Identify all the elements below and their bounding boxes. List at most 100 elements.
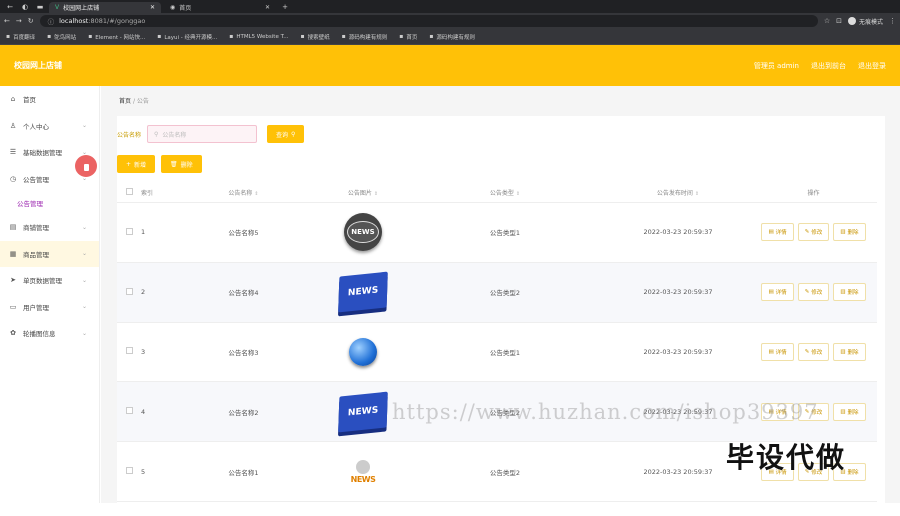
detail-icon: ▤ — [768, 289, 774, 296]
sort-icon[interactable]: ⇕ — [254, 191, 258, 197]
address-input[interactable]: ⓘ localhost:8081/#/gonggao — [39, 15, 818, 27]
close-icon[interactable]: ✕ — [265, 4, 270, 11]
row-checkbox[interactable] — [125, 407, 133, 415]
search-label: 公告名称 — [117, 131, 142, 139]
row-checkbox[interactable] — [125, 287, 133, 295]
reload-icon[interactable]: ↻ — [28, 17, 34, 25]
sort-icon[interactable]: ⇕ — [516, 191, 520, 197]
bookmark-icon: ▪ — [341, 33, 346, 40]
cell-time: 2022-03-23 20:59:37 — [643, 228, 713, 237]
sidebar-item[interactable]: ▭ 用户管理 ⌄ — [0, 294, 99, 321]
chevron-down-icon: ⌄ — [81, 122, 87, 130]
cell-index: 2 — [141, 288, 146, 297]
extension-icon[interactable]: ⊡ — [836, 17, 842, 25]
cursor-indicator — [75, 155, 97, 177]
logout-link[interactable]: 退出登录 — [858, 61, 886, 71]
forward-icon[interactable]: → — [16, 17, 22, 25]
edit-button[interactable]: ✎ 修改 — [797, 223, 830, 242]
sidebar-item[interactable]: ♙ 个人中心 ⌄ — [0, 113, 99, 140]
sidebar-item[interactable]: ➤ 单页数据管理 ⌄ — [0, 267, 99, 294]
sidebar-item-label: 公告管理 — [17, 200, 43, 208]
news-image: NEWS — [344, 213, 382, 252]
detail-icon: ▤ — [768, 348, 774, 355]
search-button[interactable]: 查询 ⚲ — [267, 125, 305, 143]
row-checkbox[interactable] — [125, 347, 133, 355]
trash-icon: ▥ — [840, 408, 846, 415]
goto-front-link[interactable]: 退出到前台 — [811, 61, 846, 71]
edit-button[interactable]: ✎ 修改 — [797, 283, 830, 302]
trash-icon: ▥ — [840, 229, 846, 236]
sidebar-item[interactable]: ▦ 商品管理 ⌄ — [0, 240, 99, 267]
column-header-time[interactable]: 公告发布时间 ⇕ — [606, 188, 750, 197]
cell-index: 5 — [141, 467, 146, 476]
edit-button[interactable]: ✎ 修改 — [797, 342, 830, 361]
bookmark-item[interactable]: ▪ Layui - 经典开源模... — [157, 33, 217, 41]
chevron-down-icon: ⌄ — [81, 250, 87, 258]
select-all-checkbox[interactable] — [125, 188, 133, 195]
back-icon[interactable]: ← — [4, 3, 16, 11]
bookmark-item[interactable]: ▪ 鸵鸟网站 — [47, 33, 76, 41]
row-checkbox[interactable] — [125, 227, 133, 235]
star-icon[interactable]: ☆ — [824, 17, 830, 25]
bookmark-item[interactable]: ▪ 百度翻译 — [6, 33, 35, 41]
profile-button[interactable]: 无痕模式 — [847, 17, 883, 26]
browser-tab-1[interactable]: ◉ 首页 ✕ — [164, 2, 276, 13]
new-tab-icon[interactable]: + — [279, 3, 291, 11]
detail-button[interactable]: ▤ 详情 — [761, 342, 794, 361]
delete-button[interactable]: ▥ 删除 — [833, 342, 866, 361]
browser-tab-0[interactable]: V 校园网上店铺 ✕ — [49, 2, 161, 13]
bookmark-item[interactable]: ▪ 搜索壁纸 — [301, 33, 330, 41]
bookmark-item[interactable]: ▪ Element - 网站快... — [88, 33, 145, 41]
cell-name: 公告名称5 — [228, 229, 259, 238]
detail-button[interactable]: ▤ 详情 — [761, 283, 794, 302]
delete-button[interactable]: ▥ 删除 — [833, 283, 866, 302]
sidebar-item-label: 基础数据管理 — [23, 149, 62, 158]
admin-label: 管理员 admin — [753, 61, 799, 70]
table-row: 2 公告名称4 NEWS 公告类型2 2022-03-23 20:59:37 ▤ 详情 ✎ 修改… — [117, 262, 877, 323]
table-row: 3 公告名称3 公告类型1 2022-03-23 20:59:37 ▤ 详情 ✎ 修改 ▥ 删除 — [117, 323, 877, 383]
column-header-name[interactable]: 公告名称 ⇕ — [165, 188, 322, 197]
back-icon[interactable]: ← — [4, 17, 10, 25]
incognito-icon — [847, 17, 856, 25]
sidebar-item-label: 商铺管理 — [23, 224, 49, 233]
close-icon[interactable]: ✕ — [150, 4, 155, 11]
cell-name: 公告名称4 — [228, 289, 259, 298]
sidebar-item-label: 单页数据管理 — [23, 277, 62, 286]
batch-delete-button[interactable]: 🗑 删除 — [161, 155, 202, 173]
row-checkbox[interactable] — [125, 467, 133, 475]
column-header-image[interactable]: 公告图片 ⇕ — [322, 188, 404, 197]
sidebar-item[interactable]: ▤ 商铺管理 ⌄ — [0, 214, 99, 241]
delete-button[interactable]: ▥ 删除 — [833, 402, 866, 421]
delete-button[interactable]: ▥ 删除 — [833, 223, 866, 242]
sidebar-item[interactable]: ✿ 轮播图信息 ⌄ — [0, 320, 99, 347]
address-bar-row: ← → ↻ ⓘ localhost:8081/#/gonggao ☆ ⊡ 无痕模… — [0, 13, 900, 29]
clock-icon: ◷ — [9, 174, 17, 183]
detail-button[interactable]: ▤ 详情 — [761, 223, 794, 242]
news-image: NEWS — [338, 391, 388, 433]
cell-type: 公告类型2 — [489, 468, 521, 477]
bookmark-item[interactable]: ▪ 源码构建有规则 — [342, 33, 388, 41]
sidebar-item[interactable]: ⌂ 首页 — [0, 86, 99, 113]
sort-icon[interactable]: ⇕ — [695, 191, 699, 197]
window-icon: ▬ — [36, 2, 44, 11]
browser-icon: ◐ — [21, 2, 29, 11]
cell-type: 公告类型1 — [489, 348, 521, 357]
news-image: NEWS — [351, 459, 376, 484]
cell-time: 2022-03-23 20:59:37 — [643, 347, 713, 356]
sidebar-item-label: 个人中心 — [23, 122, 49, 131]
search-input[interactable]: ⚲ 公告名称 — [147, 125, 258, 143]
menu-icon[interactable]: ⋮ — [889, 17, 896, 25]
sidebar-item[interactable]: 公告管理 — [0, 192, 99, 214]
bookmark-item[interactable]: ▪ HTML5 Website T... — [229, 33, 288, 40]
column-header-actions: 操作 — [807, 190, 820, 197]
cell-type: 公告类型1 — [489, 229, 521, 238]
vue-icon: V — [55, 4, 60, 11]
breadcrumb-home[interactable]: 首页 — [119, 98, 131, 105]
column-header-type[interactable]: 公告类型 ⇕ — [404, 188, 606, 197]
bookmark-item[interactable]: ▪ 源码构建有规则 — [429, 33, 475, 41]
bookmark-item[interactable]: ▪ 首页 — [399, 33, 417, 41]
sort-icon[interactable]: ⇕ — [374, 191, 378, 197]
cell-name: 公告名称2 — [228, 408, 259, 417]
browser-tab-bar: ← ◐ ▬ V 校园网上店铺 ✕ ◉ 首页 ✕ + — [0, 0, 900, 13]
add-button[interactable]: + 新增 — [117, 155, 156, 173]
